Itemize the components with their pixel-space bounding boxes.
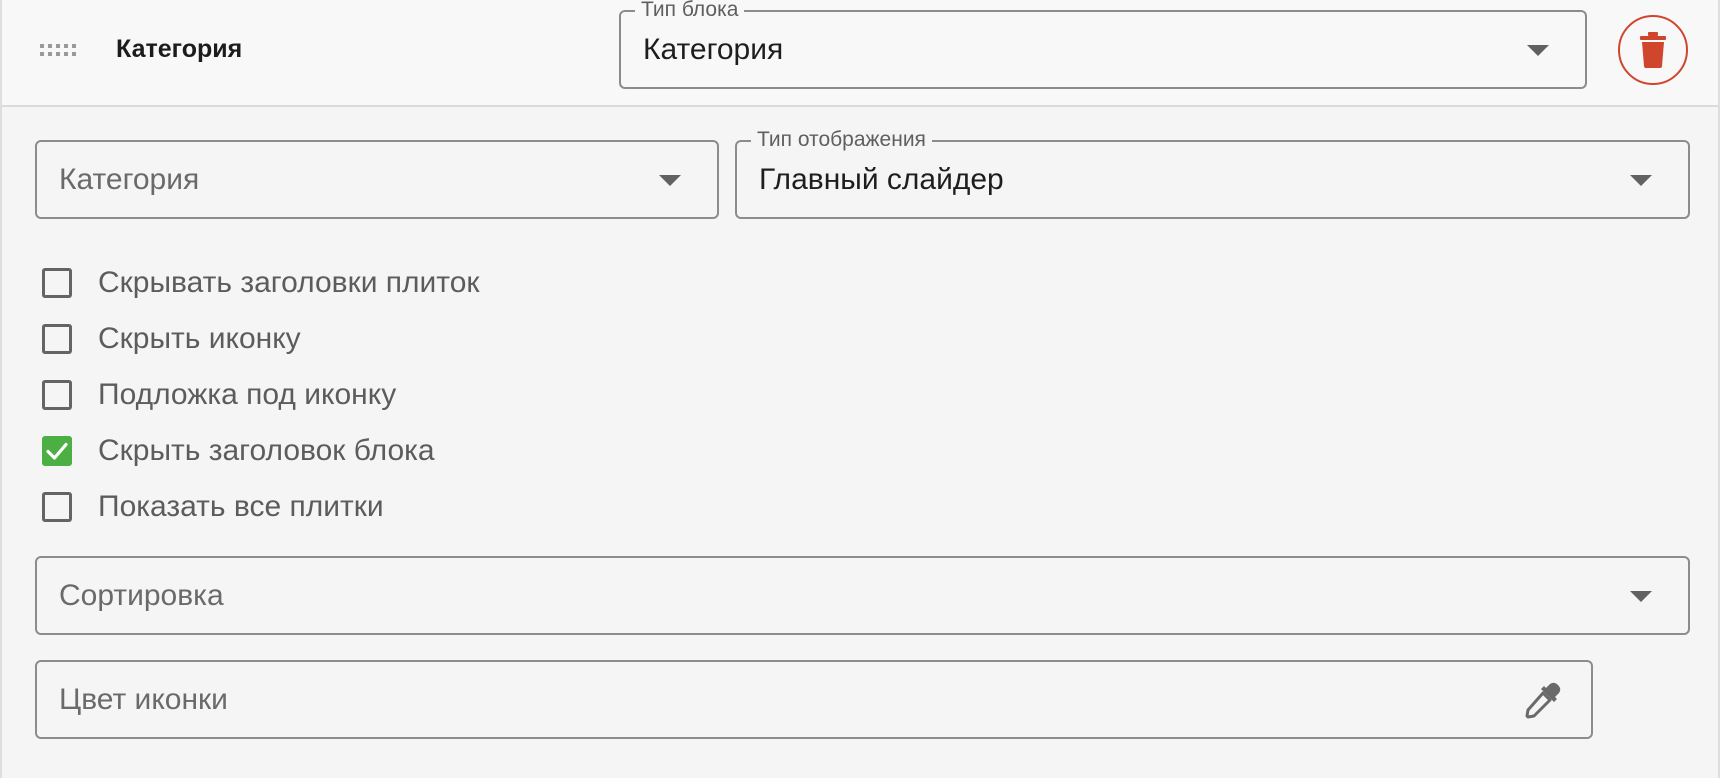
chevron-down-icon (1630, 590, 1652, 602)
checkbox-hide-icon[interactable]: Скрыть иконку (40, 319, 301, 359)
checkbox-label: Подложка под иконку (98, 378, 397, 411)
display-type-value: Главный слайдер (759, 162, 1004, 196)
checkbox-checked[interactable] (42, 436, 72, 466)
eyedropper-icon[interactable] (1523, 680, 1563, 720)
checkbox-icon-background[interactable]: Подложка под иконку (40, 375, 396, 415)
checkbox-hide-tile-titles[interactable]: Скрывать заголовки плиток (40, 263, 480, 303)
block-editor-card: Категория Тип блока Категория Категория … (0, 0, 1720, 778)
checkbox-label: Показать все плитки (98, 490, 384, 523)
category-placeholder: Категория (59, 162, 200, 196)
icon-color-placeholder: Цвет иконки (59, 682, 228, 716)
checkbox[interactable] (42, 324, 72, 354)
chevron-down-icon (1630, 174, 1652, 186)
checkbox[interactable] (42, 492, 72, 522)
checkbox-hide-block-title[interactable]: Скрыть заголовок блока (40, 431, 435, 471)
checkbox-label: Скрывать заголовки плиток (98, 266, 480, 299)
chevron-down-icon (659, 174, 681, 186)
drag-handle-icon[interactable] (40, 44, 80, 56)
category-select[interactable]: Категория (35, 140, 719, 219)
checkbox-label: Скрыть иконку (98, 322, 301, 355)
trash-icon (1640, 32, 1666, 68)
icon-color-input[interactable]: Цвет иконки (35, 660, 1593, 739)
checkbox[interactable] (42, 268, 72, 298)
display-type-select[interactable]: Тип отображения Главный слайдер (735, 128, 1690, 219)
checkbox-label: Скрыть заголовок блока (98, 434, 435, 467)
checkmark-icon (46, 442, 68, 460)
chevron-down-icon (1527, 44, 1549, 56)
sorting-select[interactable]: Сортировка (35, 556, 1690, 635)
block-type-value: Категория (643, 32, 784, 66)
checkbox[interactable] (42, 380, 72, 410)
checkbox-show-all-tiles[interactable]: Показать все плитки (40, 487, 384, 527)
block-type-select[interactable]: Тип блока Категория (619, 0, 1587, 89)
block-title: Категория (116, 35, 243, 63)
sorting-placeholder: Сортировка (59, 578, 224, 612)
block-header: Категория Тип блока Категория (2, 0, 1718, 107)
delete-block-button[interactable] (1618, 15, 1688, 85)
